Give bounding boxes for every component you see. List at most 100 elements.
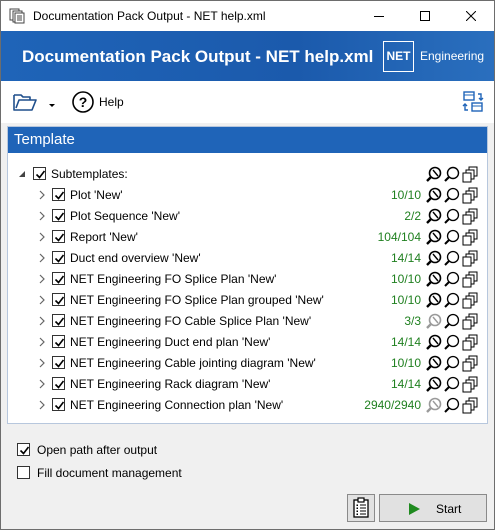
subtemplate-row[interactable]: Plot Sequence 'New' 2/2 [8,206,487,226]
collapsed-arrow-icon[interactable] [38,274,46,284]
help-button[interactable]: ? Help [71,90,124,114]
subtemplate-count: 2940/2940 [364,398,421,412]
magnifier-active-icon[interactable] [426,355,443,372]
collapsed-arrow-icon[interactable] [38,253,46,263]
magnifier-active-icon[interactable] [426,187,443,204]
copy-pages-icon[interactable] [462,355,479,372]
magnifier-icon[interactable] [444,376,461,393]
copy-pages-icon[interactable] [462,229,479,246]
collapsed-arrow-icon[interactable] [38,400,46,410]
magnifier-active-icon[interactable] [426,229,443,246]
subtemplate-row[interactable]: Report 'New' 104/104 [8,227,487,247]
magnifier-active-icon[interactable] [426,250,443,267]
copy-pages-icon[interactable] [462,208,479,225]
row-action-icons [426,271,482,288]
subtemplates-checkbox[interactable] [33,167,46,180]
subtemplate-row[interactable]: Duct end overview 'New' 14/14 [8,248,487,268]
magnifier-icon[interactable] [444,313,461,330]
collapsed-arrow-icon[interactable] [38,379,46,389]
collapsed-arrow-icon[interactable] [38,337,46,347]
subtemplate-count: 10/10 [390,293,421,307]
start-button[interactable]: Start [379,494,487,522]
subtemplate-checkbox[interactable] [52,209,65,222]
subtemplate-checkbox[interactable] [52,188,65,201]
open-dropdown-button[interactable] [47,99,57,107]
magnifier-icon[interactable] [444,355,461,372]
magnifier-icon[interactable] [444,208,461,225]
help-circle-icon: ? [72,91,94,113]
layout-switch-button[interactable] [461,90,485,114]
maximize-icon [420,11,430,21]
subtemplate-checkbox[interactable] [52,272,65,285]
magnifier-icon[interactable] [444,334,461,351]
subtemplate-row[interactable]: NET Engineering Cable jointing diagram '… [8,353,487,373]
magnifier-icon[interactable] [444,229,461,246]
magnifier-active-icon[interactable] [426,271,443,288]
open-path-checkbox[interactable] [17,443,30,456]
magnifier-icon[interactable] [444,397,461,414]
magnifier-active-icon[interactable] [426,334,443,351]
subtemplate-checkbox[interactable] [52,398,65,411]
subtemplate-count: 14/14 [390,335,421,349]
subtemplate-checkbox[interactable] [52,335,65,348]
close-icon [466,11,476,21]
copy-pages-icon[interactable] [462,292,479,309]
copy-pages-icon[interactable] [462,250,479,267]
subtemplate-row[interactable]: NET Engineering Connection plan 'New' 294… [8,395,487,415]
collapsed-arrow-icon[interactable] [38,190,46,200]
magnifier-icon[interactable] [444,166,461,183]
subtemplate-checkbox[interactable] [52,314,65,327]
subtemplate-label: NET Engineering FO Splice Plan grouped '… [70,293,324,307]
open-button[interactable] [13,91,37,113]
magnifier-active-icon[interactable] [426,208,443,225]
magnifier-active-icon[interactable] [426,376,443,393]
magnifier-icon[interactable] [444,292,461,309]
minimize-button[interactable] [356,1,402,31]
subtemplate-count: 10/10 [390,356,421,370]
maximize-button[interactable] [402,1,448,31]
magnifier-icon[interactable] [444,271,461,288]
subtemplate-row[interactable]: NET Engineering FO Splice Plan grouped '… [8,290,487,310]
copy-pages-icon[interactable] [462,334,479,351]
fill-docmgmt-checkbox[interactable] [17,466,30,479]
subtemplate-checkbox[interactable] [52,293,65,306]
checkmark-icon [54,359,65,368]
subtemplate-row[interactable]: NET Engineering FO Cable Splice Plan 'Ne… [8,311,487,331]
tree-root-row[interactable]: Subtemplates: [8,164,487,184]
magnifier-active-icon[interactable] [426,313,443,330]
magnifier-active-icon[interactable] [426,166,443,183]
collapsed-arrow-icon[interactable] [38,211,46,221]
copy-pages-icon[interactable] [462,397,479,414]
collapsed-arrow-icon[interactable] [38,295,46,305]
subtemplate-checkbox[interactable] [52,356,65,369]
subtemplate-checkbox[interactable] [52,377,65,390]
subtemplate-row[interactable]: Plot 'New' 10/10 [8,185,487,205]
subtemplate-label: Duct end overview 'New' [70,251,201,265]
row-action-icons [426,292,482,309]
subtemplate-checkbox[interactable] [52,251,65,264]
magnifier-active-icon[interactable] [426,292,443,309]
expanded-arrow-icon[interactable] [18,169,26,179]
copy-pages-icon[interactable] [462,271,479,288]
copy-pages-icon[interactable] [462,166,479,183]
subtemplate-label: NET Engineering Duct end plan 'New' [70,335,271,349]
collapsed-arrow-icon[interactable] [38,358,46,368]
title-bar: Documentation Pack Output - NET help.xml [1,1,494,31]
magnifier-icon[interactable] [444,250,461,267]
copy-pages-icon[interactable] [462,187,479,204]
magnifier-icon[interactable] [444,187,461,204]
clipboard-button[interactable] [347,494,375,522]
collapsed-arrow-icon[interactable] [38,316,46,326]
collapsed-arrow-icon[interactable] [38,232,46,242]
close-button[interactable] [448,1,494,31]
subtemplate-checkbox[interactable] [52,230,65,243]
clipboard-list-icon [353,497,369,518]
subtemplate-label: Plot 'New' [70,188,123,202]
magnifier-active-icon[interactable] [426,397,443,414]
subtemplate-row[interactable]: NET Engineering FO Splice Plan 'New' 10/1… [8,269,487,289]
subtemplate-row[interactable]: NET Engineering Duct end plan 'New' 14/14 [8,332,487,352]
copy-pages-icon[interactable] [462,313,479,330]
copy-pages-icon[interactable] [462,376,479,393]
subtemplate-row[interactable]: NET Engineering Rack diagram 'New' 14/14 [8,374,487,394]
subtemplate-count: 10/10 [390,272,421,286]
